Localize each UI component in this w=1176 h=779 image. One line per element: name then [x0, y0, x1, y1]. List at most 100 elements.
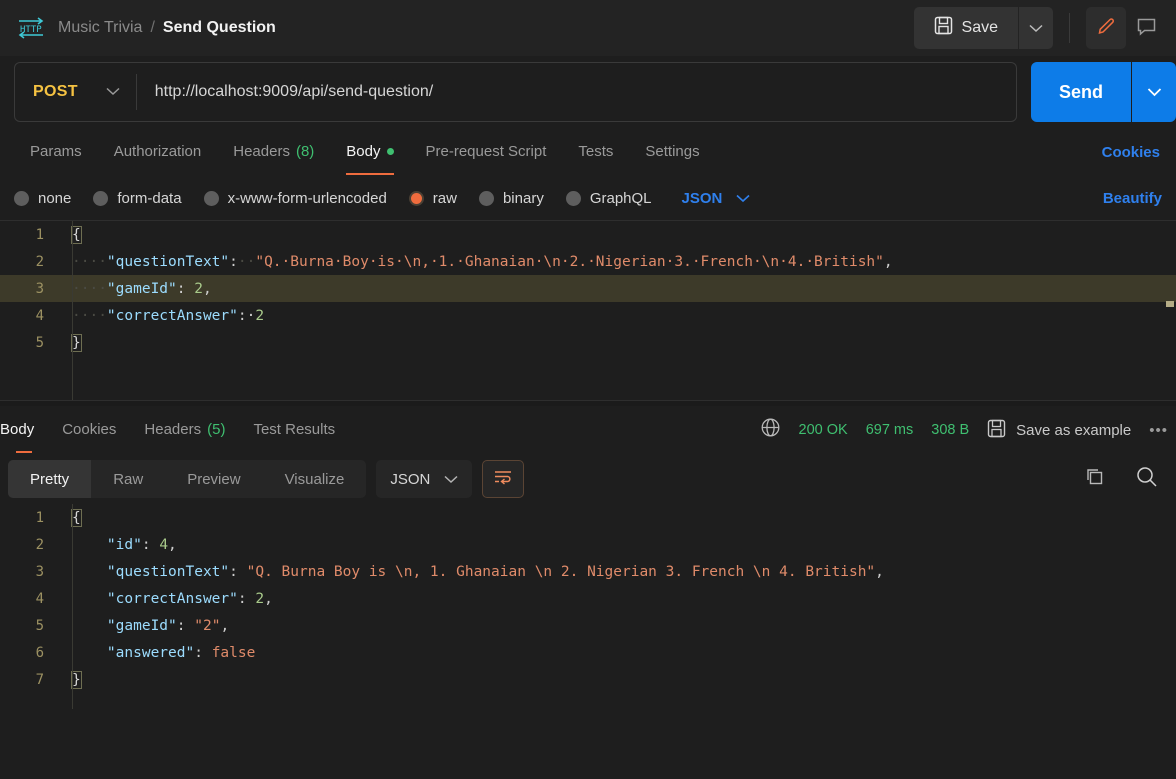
view-mode-visualize[interactable]: Visualize — [263, 460, 367, 498]
code-line[interactable]: 2 "id": 4, — [0, 531, 1176, 558]
response-language-selector[interactable]: JSON — [376, 460, 473, 498]
code-line[interactable]: 1{ — [0, 221, 1176, 248]
code-line[interactable]: 4 "correctAnswer": 2, — [0, 585, 1176, 612]
code-token: : — [176, 280, 195, 297]
url-field-wrapper: POST — [14, 62, 1017, 122]
body-type-label: x-www-form-urlencoded — [227, 189, 387, 207]
code-token: 4 — [159, 536, 169, 553]
request-tab-headers[interactable]: Headers (8) — [217, 130, 330, 175]
comments-button[interactable] — [1126, 7, 1166, 49]
code-token: "questionText" — [106, 563, 230, 580]
code-line[interactable]: 6 "answered": false — [0, 639, 1176, 666]
tab-label: Cookies — [62, 420, 117, 438]
response-status: 200 OK — [798, 422, 848, 438]
save-button[interactable]: Save — [913, 7, 1018, 49]
view-mode-raw[interactable]: Raw — [91, 460, 165, 498]
tab-label: Headers — [144, 420, 202, 438]
breadcrumb-collection[interactable]: Music Trivia — [58, 19, 142, 37]
line-number: 2 — [35, 253, 44, 270]
code-token: "correctAnswer" — [106, 307, 238, 324]
request-tab-pre-request-script[interactable]: Pre-request Script — [410, 130, 563, 175]
code-token: 2 — [255, 590, 265, 607]
code-content: "correctAnswer": 2, — [62, 591, 1176, 607]
edit-request-button[interactable] — [1086, 7, 1126, 49]
line-number: 1 — [35, 509, 44, 526]
tab-count: (8) — [295, 142, 315, 160]
code-content: } — [62, 670, 1176, 689]
response-tab-headers[interactable]: Headers (5) — [130, 408, 239, 453]
save-button-group: Save — [913, 7, 1053, 49]
line-number: 3 — [35, 563, 44, 580]
send-options-caret[interactable] — [1132, 62, 1176, 122]
code-token: , — [168, 536, 177, 553]
request-tab-settings[interactable]: Settings — [629, 130, 715, 175]
chevron-down-icon — [736, 190, 750, 207]
body-type-radio-GraphQL[interactable]: GraphQL — [565, 190, 652, 207]
response-more-menu[interactable]: ••• — [1149, 422, 1168, 439]
code-content: { — [62, 225, 1176, 244]
response-tab-cookies[interactable]: Cookies — [48, 408, 130, 453]
code-token: , — [875, 563, 884, 580]
body-type-radio-form-data[interactable]: form-data — [93, 190, 182, 207]
copy-response-button[interactable] — [1074, 458, 1114, 500]
save-as-example-button[interactable]: Save as example — [987, 419, 1131, 442]
body-language-selector[interactable]: JSON — [682, 190, 751, 207]
view-mode-preview[interactable]: Preview — [165, 460, 262, 498]
line-number: 7 — [35, 671, 44, 688]
code-line[interactable]: 3 "questionText": "Q. Burna Boy is \n, 1… — [0, 558, 1176, 585]
request-body-editor[interactable]: 1{2 ····"questionText":··"Q.·Burna·Boy·is… — [0, 220, 1176, 400]
request-tab-params[interactable]: Params — [14, 130, 98, 175]
code-line[interactable]: 1{ — [0, 504, 1176, 531]
breadcrumb-separator: / — [150, 19, 155, 36]
body-type-radio-none[interactable]: none — [14, 190, 71, 207]
response-tool-actions — [1074, 458, 1166, 500]
tab-label: Body — [346, 142, 381, 160]
code-line[interactable]: 2 ····"questionText":··"Q.·Burna·Boy·is·\… — [0, 248, 1176, 275]
tab-label: Test Results — [253, 420, 336, 438]
view-mode-pretty[interactable]: Pretty — [8, 460, 92, 498]
response-body-editor[interactable]: 1{2 "id": 4, 3 "questionText": "Q. Burna … — [0, 504, 1176, 709]
code-line[interactable]: 4 ····"correctAnswer":·2 — [0, 302, 1176, 329]
response-tab-body[interactable]: Body — [0, 408, 48, 453]
search-response-button[interactable] — [1126, 458, 1166, 500]
header-divider — [1069, 13, 1070, 43]
body-type-radio-raw[interactable]: raw — [408, 190, 457, 207]
chevron-down-icon — [1029, 21, 1043, 36]
code-line[interactable]: 3 ····"gameId": 2, — [0, 275, 1176, 302]
save-options-caret[interactable] — [1019, 7, 1053, 49]
cookies-link[interactable]: Cookies — [1102, 144, 1162, 161]
beautify-button[interactable]: Beautify — [1103, 190, 1162, 207]
url-input[interactable] — [136, 83, 1016, 101]
code-token: ···· — [72, 307, 107, 324]
request-tab-tests[interactable]: Tests — [562, 130, 629, 175]
code-line[interactable]: 5} — [0, 329, 1176, 356]
body-type-label: none — [38, 189, 72, 207]
response-toolbar: Pretty Raw Preview Visualize JSON — [0, 454, 1176, 504]
word-wrap-toggle[interactable] — [482, 460, 525, 498]
save-button-label: Save — [961, 19, 998, 36]
http-method-selector[interactable]: POST — [15, 63, 136, 121]
tab-label: Body — [0, 420, 35, 438]
radio-icon — [14, 190, 29, 206]
response-tab-test-results[interactable]: Test Results — [239, 408, 349, 453]
svg-text:HTTP: HTTP — [20, 25, 42, 35]
breadcrumb-request-name[interactable]: Send Question — [163, 19, 276, 37]
body-type-radio-x-www-form-urlencoded[interactable]: x-www-form-urlencoded — [203, 189, 387, 207]
request-tab-authorization[interactable]: Authorization — [98, 130, 218, 175]
request-tab-body[interactable]: Body — [330, 130, 409, 175]
code-line[interactable]: 7} — [0, 666, 1176, 693]
indent-guide — [72, 221, 73, 400]
globe-icon[interactable] — [760, 417, 781, 443]
send-button[interactable]: Send — [1030, 62, 1131, 122]
code-token: , — [202, 280, 212, 297]
tab-label: Authorization — [113, 142, 202, 160]
code-token: :· — [237, 307, 256, 324]
code-line[interactable]: 5 "gameId": "2", — [0, 612, 1176, 639]
body-type-radio-binary[interactable]: binary — [478, 190, 544, 207]
code-token: 2 — [255, 307, 265, 324]
code-token: : — [229, 563, 247, 580]
code-token: ···· — [72, 253, 107, 270]
